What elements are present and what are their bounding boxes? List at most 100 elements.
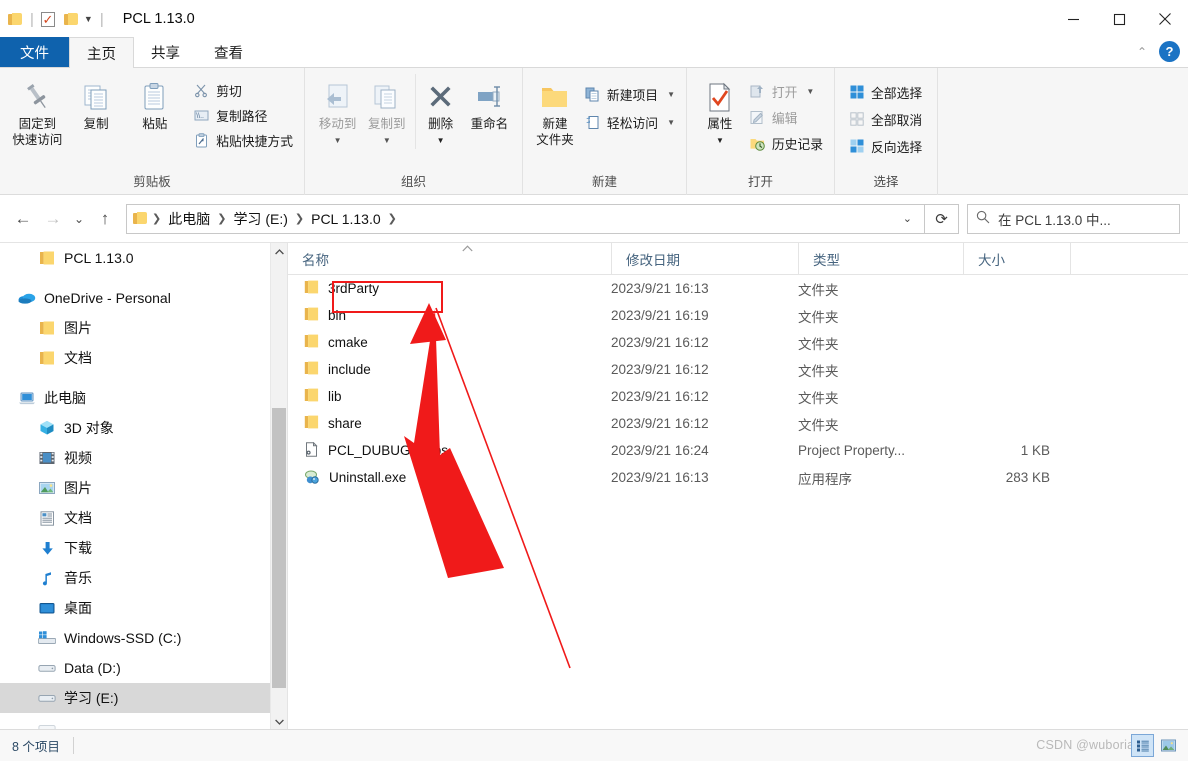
scroll-thumb[interactable] [272,408,286,688]
file-name-cell[interactable]: bin [288,307,611,324]
easy-access-button[interactable]: 轻松访问 ▼ [581,111,678,133]
breadcrumb-item-1[interactable]: 学习 (E:) [230,209,290,229]
table-row[interactable]: Uninstall.exe 2023/9/21 16:13 应用程序 283 K… [288,464,1188,491]
folder-icon[interactable] [8,12,23,26]
nav-item-videos[interactable]: 视频 [0,443,287,473]
tab-home[interactable]: 主页 [69,37,134,68]
chevron-down-icon[interactable]: ▼ [667,90,675,99]
properties-label: 属性 [707,117,733,131]
chevron-down-icon[interactable]: ▼ [806,87,814,96]
table-row[interactable]: cmake 2023/9/21 16:12 文件夹 [288,329,1188,356]
table-row[interactable]: bin 2023/9/21 16:19 文件夹 [288,302,1188,329]
minimize-button[interactable] [1050,0,1096,38]
nav-item-data-d[interactable]: Data (D:) [0,653,287,683]
column-size[interactable]: 大小 [963,242,1070,275]
tab-share[interactable]: 共享 [134,37,197,67]
paste-button[interactable]: 粘贴 [125,74,184,132]
column-type[interactable]: 类型 [798,242,963,275]
new-item-button[interactable]: 新建项目 ▼ [581,83,678,105]
nav-item-xuexi-e[interactable]: 学习 (E:) [0,683,287,713]
file-name-cell[interactable]: 3rdParty [288,280,611,297]
refresh-button[interactable]: ⟳ [925,203,959,234]
nav-item-windows-ssd[interactable]: Windows-SSD (C:) [0,623,287,653]
chevron-down-icon[interactable]: ▼ [383,133,391,149]
history-button[interactable]: 历史记录 [746,132,826,154]
nav-item-this-pc[interactable]: 此电脑 [0,383,287,413]
rename-button[interactable]: 重命名 [465,74,514,132]
file-name-cell[interactable]: Uninstall.exe [288,469,611,487]
breadcrumb-item-2[interactable]: PCL 1.13.0 [308,211,384,227]
paste-shortcut-button[interactable]: 粘贴快捷方式 [190,129,296,151]
new-folder-button[interactable]: 新建 文件夹 [531,74,579,148]
nav-item-3d-objects[interactable]: 3D 对象 [0,413,287,443]
properties-button[interactable]: 属性 ▼ [695,74,745,149]
file-name-cell[interactable]: include [288,361,611,378]
table-row[interactable]: share 2023/9/21 16:12 文件夹 [288,410,1188,437]
file-name-cell[interactable]: PCL_DUBUG.props [288,441,611,460]
invert-selection-label: 反向选择 [871,139,923,155]
nav-item-documents[interactable]: 文档 [0,503,287,533]
scroll-up-arrow[interactable] [271,243,287,260]
table-row[interactable]: lib 2023/9/21 16:12 文件夹 [288,383,1188,410]
scroll-down-arrow[interactable] [271,713,287,729]
large-icons-view-button[interactable] [1157,734,1180,757]
table-row[interactable]: PCL_DUBUG.props 2023/9/21 16:24 Project … [288,437,1188,464]
breadcrumb-separator[interactable]: ❯ [291,212,308,225]
forward-button[interactable]: → [38,204,68,234]
file-name-cell[interactable]: share [288,415,611,432]
nav-item-music[interactable]: 音乐 [0,563,287,593]
up-button[interactable]: ↑ [90,204,120,234]
details-view-button[interactable] [1131,734,1154,757]
recent-locations-button[interactable]: ⌄ [68,204,90,234]
nav-item-pictures[interactable]: 图片 [0,473,287,503]
back-button[interactable]: ← [8,204,38,234]
file-name-cell[interactable]: cmake [288,334,611,351]
file-name-cell[interactable]: lib [288,388,611,405]
pin-to-quick-access-button[interactable]: 固定到 快速访问 [8,74,67,148]
search-input[interactable]: 在 PCL 1.13.0 中... [998,209,1111,229]
invert-selection-button[interactable]: 反向选择 [845,135,925,157]
nav-item-partial[interactable] [0,713,287,729]
nav-item-desktop[interactable]: 桌面 [0,593,287,623]
navigation-scrollbar[interactable] [270,243,287,729]
close-button[interactable] [1142,0,1188,38]
select-all-button[interactable]: 全部选择 [845,81,925,103]
chevron-down-icon[interactable]: ▼ [84,14,93,24]
properties-icon[interactable]: ✓ [40,11,55,27]
table-row[interactable]: include 2023/9/21 16:12 文件夹 [288,356,1188,383]
column-name[interactable]: 名称 [288,243,611,275]
maximize-button[interactable] [1096,0,1142,38]
nav-item-pcl[interactable]: PCL 1.13.0 [0,243,287,273]
open-button[interactable]: 打开 ▼ [746,80,826,102]
nav-item-onedrive[interactable]: OneDrive - Personal [0,283,287,313]
copy-to-button[interactable]: 复制到 ▼ [362,74,411,149]
chevron-down-icon[interactable]: ▼ [334,133,342,149]
chevron-down-icon[interactable]: ▼ [437,133,445,149]
cut-button[interactable]: 剪切 [190,79,296,101]
chevron-down-icon[interactable]: ⌄ [903,212,918,225]
nav-item-onedrive-pictures[interactable]: 图片 [0,313,287,343]
breadcrumb[interactable]: ❯ 此电脑 ❯ 学习 (E:) ❯ PCL 1.13.0 ❯ ⌄ [126,203,925,234]
edit-button[interactable]: 编辑 [746,106,826,128]
tab-file[interactable]: 文件 [0,37,69,67]
breadcrumb-item-0[interactable]: 此电脑 [165,209,213,229]
column-date-modified[interactable]: 修改日期 [611,242,798,275]
breadcrumb-separator[interactable]: ❯ [384,212,401,225]
chevron-down-icon[interactable]: ▼ [667,118,675,127]
move-to-button[interactable]: 移动到 ▼ [313,74,362,149]
folder-icon[interactable] [63,12,79,26]
column-extra[interactable] [1070,242,1188,275]
nav-item-onedrive-documents[interactable]: 文档 [0,343,287,373]
chevron-down-icon[interactable]: ▼ [716,133,724,149]
breadcrumb-separator[interactable]: ❯ [213,212,230,225]
nav-item-downloads[interactable]: 下载 [0,533,287,563]
table-row[interactable]: 3rdParty 2023/9/21 16:13 文件夹 [288,275,1188,302]
tab-view[interactable]: 查看 [197,37,260,67]
chevron-up-icon[interactable]: ⌃ [1137,45,1147,59]
search-box[interactable]: 在 PCL 1.13.0 中... [967,203,1180,234]
select-none-button[interactable]: 全部取消 [845,108,925,130]
copy-button[interactable]: 复制 [67,74,126,132]
help-icon[interactable]: ? [1159,41,1180,62]
delete-button[interactable]: 删除 ▼ [415,74,464,149]
copy-path-button[interactable]: \\.. 复制路径 [190,104,296,126]
